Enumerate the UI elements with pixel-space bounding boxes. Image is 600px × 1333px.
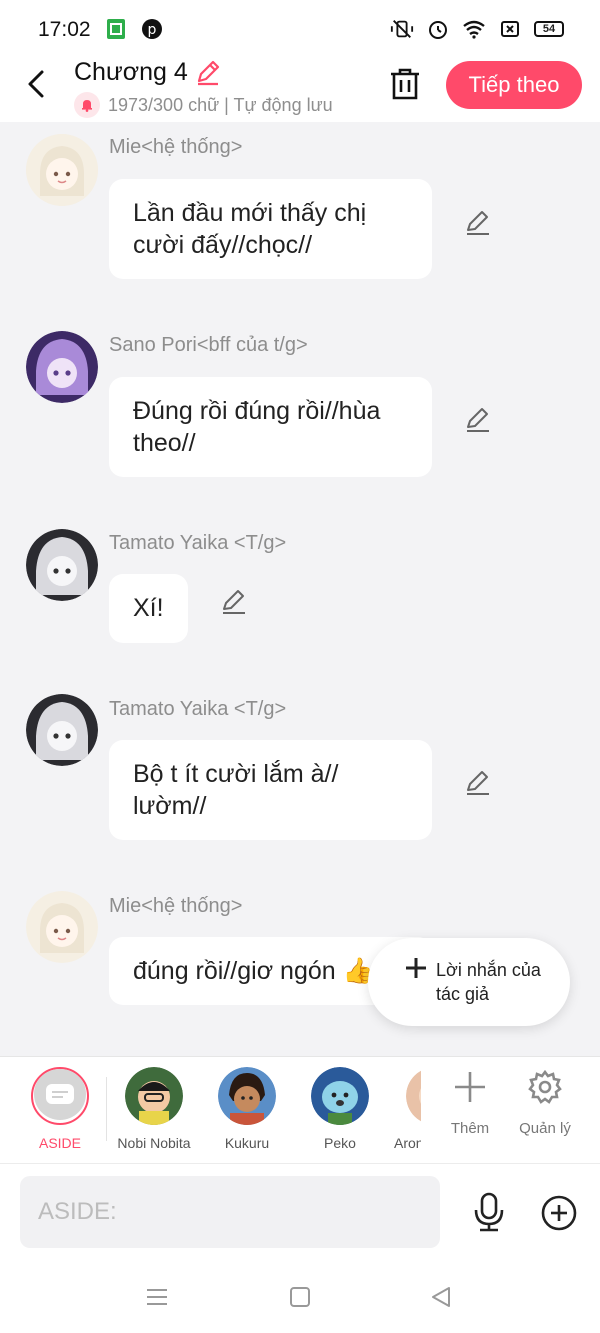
back-triangle-icon[interactable] bbox=[428, 1284, 454, 1310]
avatar bbox=[218, 1067, 276, 1125]
edit-title-pencil-icon[interactable] bbox=[194, 58, 222, 86]
edit-message-pencil-icon[interactable] bbox=[463, 768, 491, 796]
message-bubble[interactable]: Xí! bbox=[109, 574, 188, 643]
character-nobi-nobita[interactable]: Nobi Nobita bbox=[114, 1067, 194, 1151]
composer bbox=[0, 1176, 600, 1248]
divider bbox=[106, 1077, 107, 1141]
edit-message-pencil-icon[interactable] bbox=[463, 405, 491, 433]
character-name: Kukuru bbox=[224, 1135, 270, 1151]
status-bar: 17:02 p 54 bbox=[0, 0, 600, 58]
edit-message-pencil-icon[interactable] bbox=[463, 208, 491, 236]
message-bubble[interactable]: Đúng rồi đúng rồi//hùa theo// bbox=[109, 377, 432, 477]
status-time: 17:02 bbox=[38, 18, 91, 41]
message-input[interactable] bbox=[20, 1176, 440, 1248]
message-text: Xí! bbox=[133, 594, 164, 622]
avatar[interactable] bbox=[26, 891, 98, 963]
message-text: đúng rồi//giơ ngón 👍// bbox=[133, 957, 388, 985]
avatar bbox=[311, 1067, 369, 1125]
sender-name: Mie<hệ thống> bbox=[109, 895, 243, 917]
add-character-button[interactable]: Thêm bbox=[435, 1069, 505, 1137]
message-text: Lần đầu mới thấy chị cười đấy//chọc// bbox=[133, 199, 367, 259]
battery-icon: 54 bbox=[534, 21, 564, 37]
chapter-title[interactable]: Chương 4 bbox=[74, 58, 188, 87]
author-note-button[interactable]: Lời nhắn của tác giả bbox=[368, 938, 570, 1026]
trash-icon[interactable] bbox=[388, 66, 422, 102]
aside-avatar bbox=[31, 1067, 89, 1125]
character-kukuru[interactable]: Kukuru bbox=[207, 1067, 287, 1151]
bell-icon bbox=[74, 92, 100, 118]
character-name: Peko bbox=[324, 1135, 356, 1151]
character-aron[interactable]: Aron bbox=[392, 1067, 421, 1151]
wifi-icon bbox=[462, 18, 486, 40]
sim-app-icon bbox=[104, 18, 128, 40]
menu-icon[interactable] bbox=[144, 1284, 170, 1310]
alarm-icon bbox=[426, 18, 450, 40]
author-note-label: Lời nhắn của tác giả bbox=[436, 960, 541, 1004]
sender-name: Tamato Yaika <T/g> bbox=[109, 532, 287, 554]
sender-name: Sano Pori<bff của t/g> bbox=[109, 334, 308, 356]
sender-name: Tamato Yaika <T/g> bbox=[109, 698, 287, 720]
avatar[interactable] bbox=[26, 529, 98, 601]
avatar[interactable] bbox=[26, 694, 98, 766]
svg-text:p: p bbox=[148, 22, 157, 38]
pinterest-icon: p bbox=[140, 18, 164, 40]
character-name: ASIDE bbox=[38, 1135, 81, 1151]
system-nav-bar bbox=[0, 1268, 600, 1333]
character-peko[interactable]: Peko bbox=[300, 1067, 380, 1151]
character-aside[interactable]: ASIDE bbox=[20, 1067, 100, 1151]
add-circle-icon[interactable] bbox=[540, 1194, 578, 1232]
back-arrow-icon[interactable] bbox=[22, 66, 54, 102]
message-bubble[interactable]: Lần đầu mới thấy chị cười đấy//chọc// bbox=[109, 179, 432, 279]
avatar bbox=[406, 1067, 421, 1125]
message-bubble[interactable]: Bộ t ít cười lắm à// lườm// bbox=[109, 740, 432, 840]
avatar bbox=[125, 1067, 183, 1125]
microphone-icon[interactable] bbox=[470, 1192, 508, 1232]
avatar[interactable] bbox=[26, 134, 98, 206]
message-text: Đúng rồi đúng rồi//hùa theo// bbox=[133, 397, 381, 457]
vibrate-mute-icon bbox=[390, 18, 414, 40]
chat-area[interactable]: Mie<hệ thống> Lần đầu mới thấy chị cười … bbox=[0, 122, 600, 1056]
add-label: Thêm bbox=[450, 1120, 490, 1137]
message-text: Bộ t ít cười lắm à// lườm// bbox=[133, 760, 339, 820]
avatar[interactable] bbox=[26, 331, 98, 403]
edit-message-pencil-icon[interactable] bbox=[219, 587, 247, 615]
home-square-icon[interactable] bbox=[287, 1284, 313, 1310]
manage-label: Quản lý bbox=[519, 1120, 571, 1137]
plus-icon bbox=[452, 1072, 488, 1109]
editor-header: Chương 4 1973/300 chữ | Tự động lưu Tiếp… bbox=[0, 58, 600, 122]
manage-characters-button[interactable]: Quản lý bbox=[510, 1069, 580, 1137]
sender-name: Mie<hệ thống> bbox=[109, 136, 243, 158]
next-button[interactable]: Tiếp theo bbox=[446, 61, 582, 109]
word-count-subtitle: 1973/300 chữ | Tự động lưu bbox=[74, 92, 333, 118]
aside-icon bbox=[33, 1069, 87, 1123]
plus-icon bbox=[404, 955, 428, 987]
character-bar: ASIDE Nobi Nobita Kukuru Peko Aron Thêm bbox=[0, 1056, 600, 1164]
character-name: Nobi Nobita bbox=[117, 1135, 191, 1151]
gear-icon bbox=[527, 1069, 563, 1109]
character-name: Aron bbox=[394, 1135, 421, 1151]
no-sim-icon bbox=[498, 18, 522, 40]
subtitle-text: 1973/300 chữ | Tự động lưu bbox=[108, 94, 333, 115]
